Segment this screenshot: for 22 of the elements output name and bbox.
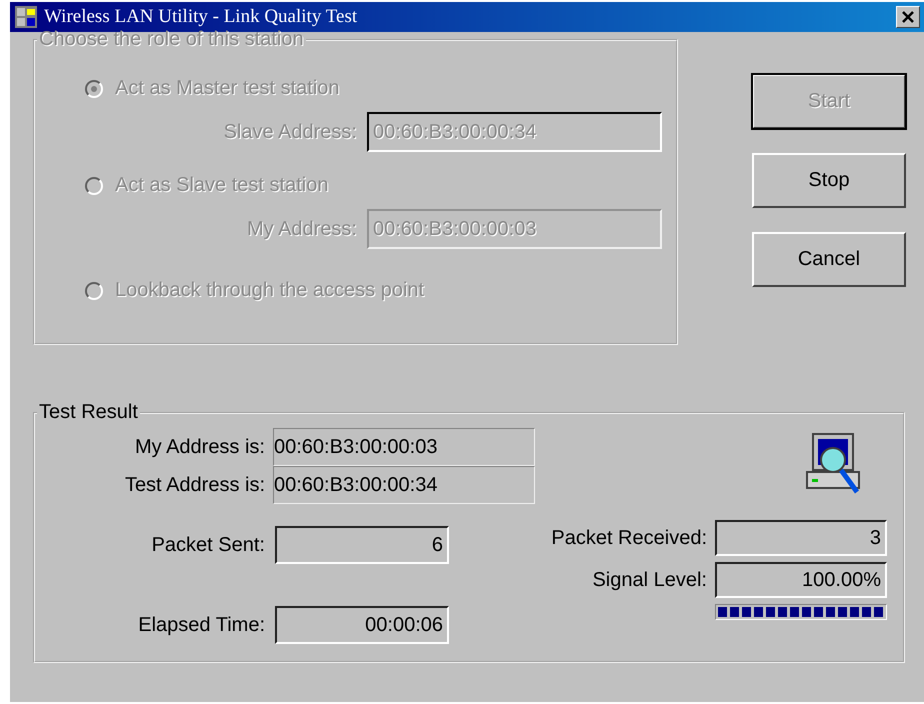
- address-field: 00:60:B3:00:00:03: [273, 428, 535, 466]
- group-title: Test Result: [38, 401, 139, 424]
- readout-field: 00:00:06: [275, 606, 449, 644]
- readout-field: 6: [275, 526, 449, 564]
- readout-field: 3: [715, 520, 887, 556]
- field-label: Slave Address:: [222, 120, 357, 144]
- app-icon: [14, 5, 38, 29]
- dialog-button[interactable]: Stop: [752, 153, 906, 208]
- field-label: My Address is:: [134, 436, 265, 458]
- group-title: Choose the role of this station: [38, 28, 305, 51]
- window-title: Wireless LAN Utility - Link Quality Test: [44, 6, 358, 28]
- field-label: My Address:: [246, 218, 357, 240]
- readout-field: 100.00%: [715, 562, 887, 598]
- dialog-button[interactable]: Cancel: [752, 232, 906, 287]
- close-button[interactable]: [896, 6, 920, 28]
- field-label: Signal Level:: [591, 568, 707, 592]
- field-label: Packet Sent:: [150, 534, 265, 556]
- field-label: Packet Received:: [550, 526, 707, 550]
- close-icon: [902, 11, 914, 23]
- field-label: Test Address is:: [124, 474, 265, 496]
- address-field: 00:60:B3:00:00:34: [273, 466, 535, 504]
- field-label: Elapsed Time:: [137, 614, 265, 636]
